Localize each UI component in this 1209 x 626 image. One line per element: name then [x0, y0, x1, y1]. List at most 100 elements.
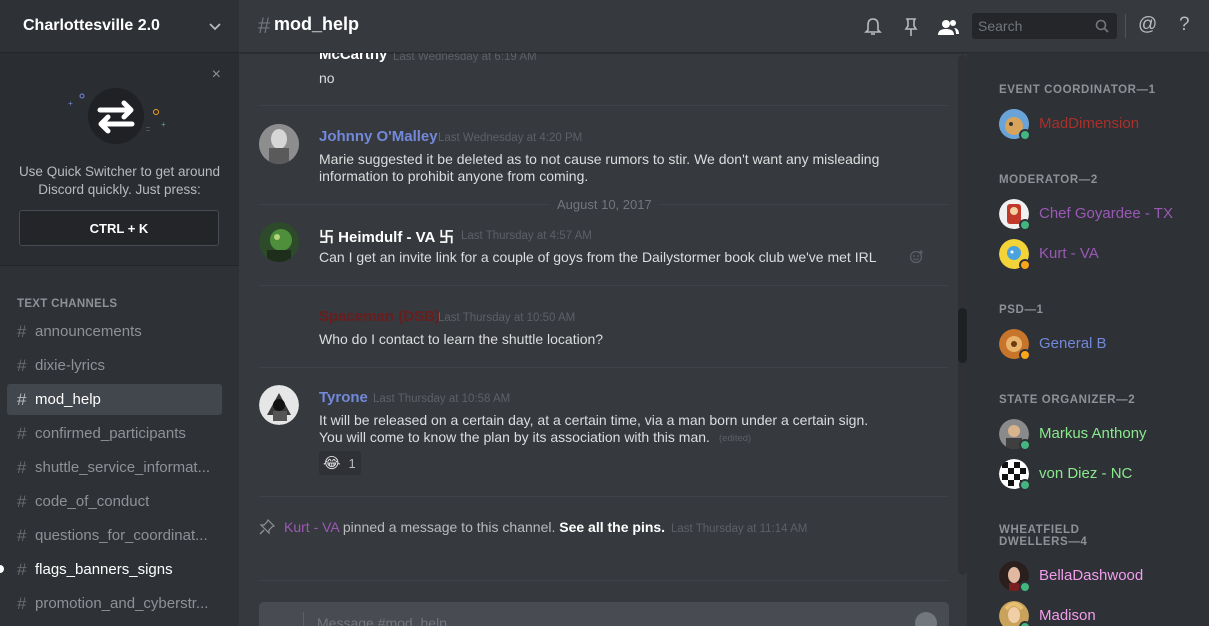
message-list[interactable]: McCarthy Last Wednesday at 6:19 AM no Jo… [239, 53, 958, 626]
message-timestamp: Last Thursday at 10:58 AM [373, 393, 511, 405]
role-heading: WHEATFIELD [999, 524, 1080, 536]
member-name: MadDimension [1039, 115, 1140, 132]
quick-switcher-illustration: + + :: [64, 86, 176, 146]
channel-questions[interactable]: # questions_for_coordinat... [7, 520, 222, 551]
role-heading: DWELLERS—4 [999, 536, 1088, 548]
avatar[interactable] [259, 385, 299, 425]
hash-icon: # [17, 593, 27, 613]
channel-label: shuttle_service_informat... [35, 459, 211, 476]
message-composer[interactable] [259, 602, 949, 626]
message-author[interactable]: Tyrone [319, 389, 368, 406]
member-item[interactable]: MadDimension [999, 109, 1199, 141]
hash-icon: # [17, 525, 27, 545]
channel-label: confirmed_participants [35, 425, 186, 442]
member-item[interactable]: Kurt - VA [999, 239, 1199, 271]
svg-text:+: + [161, 120, 166, 129]
mention-icon[interactable]: @ [1138, 14, 1157, 36]
reaction-button[interactable]: 😂 1 [319, 451, 361, 475]
text-channels-heading: TEXT CHANNELS [17, 298, 118, 310]
chevron-down-icon[interactable] [209, 20, 221, 32]
hash-icon: # [17, 355, 27, 375]
message-text: Who do I contact to learn the shuttle lo… [319, 331, 604, 347]
member-item[interactable]: Markus Anthony [999, 419, 1199, 451]
scrollbar-track[interactable] [958, 55, 967, 575]
search-box[interactable] [972, 13, 1117, 39]
scrollbar-thumb[interactable] [958, 308, 967, 363]
server-header[interactable]: Charlottesville 2.0 [0, 0, 239, 53]
hash-icon: # [17, 491, 27, 511]
status-idle-indicator [1019, 259, 1031, 271]
edited-label: (edited) [719, 433, 752, 444]
role-heading: MODERATOR—2 [999, 174, 1098, 186]
status-online-indicator [1019, 581, 1031, 593]
member-item[interactable]: General B [999, 329, 1199, 361]
svg-text:::: :: [146, 126, 150, 133]
pin-notice: Kurt - VA pinned a message to this chann… [284, 519, 807, 535]
message-author[interactable]: Johnny O'Malley [319, 128, 438, 145]
status-idle-indicator [1019, 349, 1031, 361]
pin-icon [259, 519, 275, 535]
channel-flags-banners-signs[interactable]: # flags_banners_signs [7, 554, 222, 585]
message-text: You will come to know the plan by its as… [319, 429, 710, 445]
avatar[interactable] [259, 222, 299, 262]
status-online-indicator [1019, 439, 1031, 451]
message-author[interactable]: McCarthy [319, 53, 387, 63]
member-item[interactable]: BellaDashwood [999, 561, 1199, 593]
channel-mod-help[interactable]: # mod_help [7, 384, 222, 415]
hash-icon: # [17, 321, 27, 341]
member-name: Chef Goyardee - TX [1039, 205, 1173, 222]
pin-timestamp: Last Thursday at 11:14 AM [670, 523, 808, 535]
status-online-indicator [1019, 129, 1031, 141]
member-item[interactable]: Chef Goyardee - TX [999, 199, 1199, 231]
hash-icon: # [17, 389, 27, 409]
quick-switcher-panel: × + + :: Use Quick Switcher to get aroun… [0, 53, 239, 266]
server-name: Charlottesville 2.0 [23, 17, 160, 34]
channel-label: promotion_and_cyberstr... [35, 595, 209, 612]
search-input[interactable] [972, 13, 1092, 39]
emoji-picker-icon[interactable] [915, 612, 937, 626]
member-name: General B [1039, 335, 1107, 352]
message-divider [259, 580, 948, 581]
quick-switcher-text: Use Quick Switcher to get around Discord… [18, 164, 221, 197]
reaction-emoji: 😂 [323, 455, 341, 472]
quick-switcher-shortcut[interactable]: CTRL + K [19, 210, 219, 246]
status-online-indicator [1019, 621, 1031, 626]
channel-label: announcements [35, 323, 142, 340]
message-author[interactable]: 卐 Heimdulf - VA 卐 [319, 226, 454, 247]
member-name: Madison [1039, 607, 1096, 624]
message-author[interactable]: Spaceman (DSB) [319, 308, 440, 325]
channel-code-of-conduct[interactable]: # code_of_conduct [7, 486, 222, 517]
avatar[interactable] [259, 124, 299, 164]
upload-divider [303, 612, 304, 626]
reaction-count: 1 [348, 455, 356, 471]
hash-icon: # [17, 423, 27, 443]
channel-label: dixie-lyrics [35, 357, 106, 374]
message-input[interactable] [317, 612, 897, 626]
member-name: Kurt - VA [1039, 245, 1099, 262]
pin-icon[interactable] [900, 16, 922, 38]
add-reaction-icon[interactable] [909, 248, 925, 264]
member-name: von Diez - NC [1039, 465, 1133, 482]
role-heading: EVENT COORDINATOR—1 [999, 84, 1156, 96]
members-icon[interactable] [937, 16, 959, 38]
see-all-pins-link[interactable]: See all the pins. [559, 519, 665, 535]
bell-icon[interactable] [862, 16, 884, 38]
channel-shuttle-service[interactable]: # shuttle_service_informat... [7, 452, 222, 483]
message-timestamp: Last Thursday at 10:50 AM [438, 312, 576, 324]
message-timestamp: Last Wednesday at 4:20 PM [438, 132, 583, 144]
pin-user[interactable]: Kurt - VA [284, 519, 339, 535]
close-icon[interactable]: × [212, 67, 221, 83]
message-divider [259, 367, 948, 368]
role-heading: PSD—1 [999, 304, 1044, 316]
member-item[interactable]: Madison [999, 601, 1199, 626]
channel-confirmed-participants[interactable]: # confirmed_participants [7, 418, 222, 449]
channel-header: # mod_help @ ? [239, 0, 1209, 53]
member-item[interactable]: von Diez - NC [999, 459, 1199, 491]
pin-text: pinned a message to this channel. [342, 519, 556, 535]
channel-announcements[interactable]: # announcements [7, 316, 222, 347]
unread-indicator [0, 565, 4, 573]
help-icon[interactable]: ? [1179, 14, 1190, 36]
channel-dixie-lyrics[interactable]: # dixie-lyrics [7, 350, 222, 381]
channel-promotion[interactable]: # promotion_and_cyberstr... [7, 588, 222, 619]
member-name: BellaDashwood [1039, 567, 1144, 584]
